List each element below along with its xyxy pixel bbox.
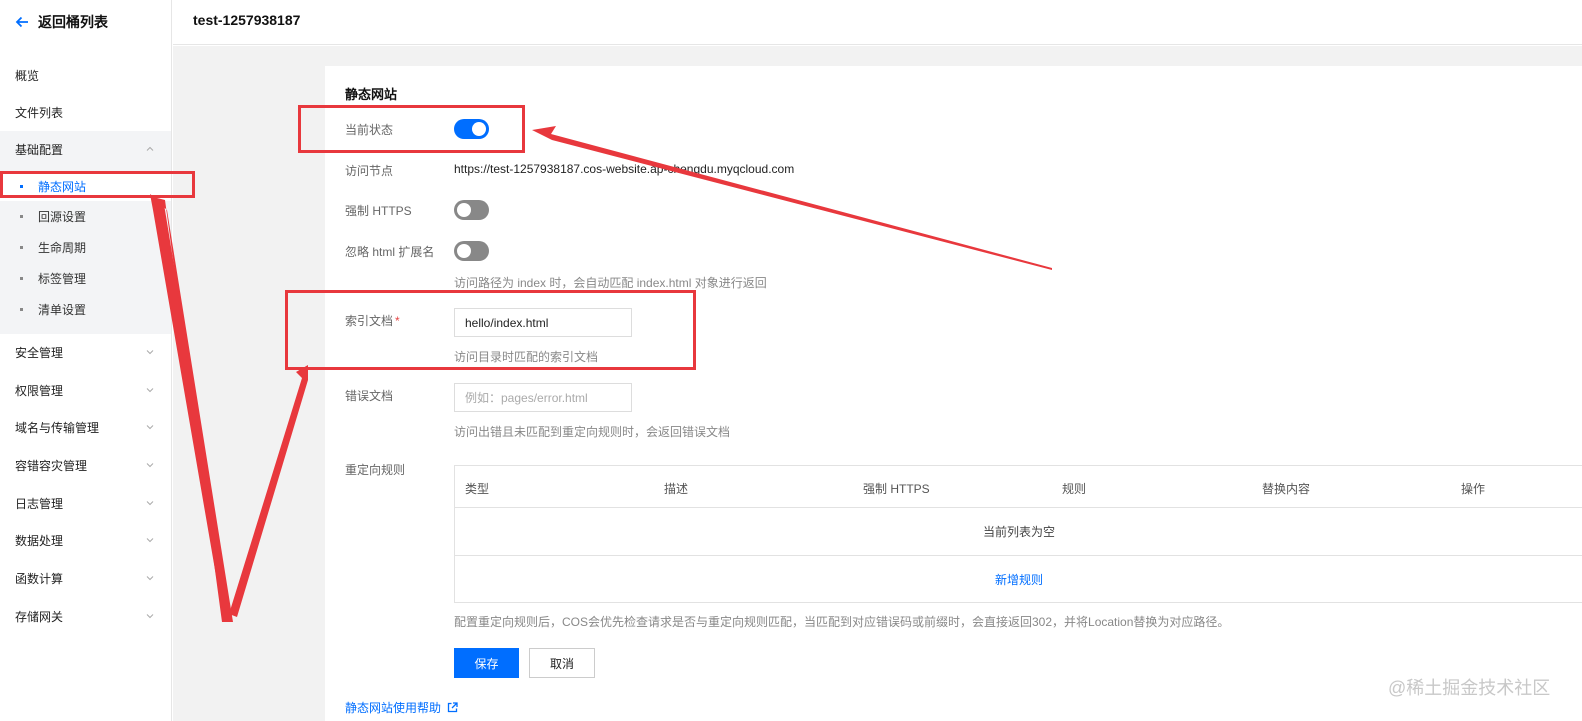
redirect-rules-table: 类型 描述 强制 HTTPS 规则 替换内容 操作 当前列表为空 新增规则 [454,465,1582,603]
sidebar-group-label: 基础配置 [15,142,64,157]
toggle-knob [457,203,471,217]
sidebar-item-label: 存储网关 [15,609,64,624]
bullet-icon [20,246,23,249]
toggle-knob [472,122,486,136]
redirect-rules-label: 重定向规则 [345,463,406,477]
add-rule-row: 新增规则 [455,556,1582,602]
bullet-icon [20,277,23,280]
sidebar-item-data-processing[interactable]: 数据处理 [0,522,171,558]
empty-row: 当前列表为空 [455,508,1582,556]
ignore-html-ext-hint: 访问路径为 index 时，会自动匹配 index.html 对象进行返回 [454,276,767,290]
column-header: 操作 [1461,482,1486,496]
cancel-button[interactable]: 取消 [529,648,595,678]
back-label: 返回桶列表 [38,14,108,30]
column-header: 类型 [465,482,490,496]
help-link-row: 静态网站使用帮助 [345,699,458,716]
sidebar-item-security[interactable]: 安全管理 [0,334,171,370]
column-header: 规则 [1062,482,1087,496]
top-bar: test-1257938187 [173,0,1582,45]
sidebar-item-label: 容错容灾管理 [15,458,88,473]
sidebar-item-label: 清单设置 [38,302,87,317]
bullet-icon [20,185,23,188]
table-header: 类型 描述 强制 HTTPS 规则 替换内容 操作 [455,466,1582,508]
index-document-label: 索引文档 * [345,312,400,329]
sidebar-item-disaster-recovery[interactable]: 容错容灾管理 [0,447,171,483]
sidebar-item-domain-transfer[interactable]: 域名与传输管理 [0,409,171,445]
index-document-input[interactable] [454,308,632,337]
endpoint-label: 访问节点 [345,164,394,178]
toggle-knob [457,244,471,258]
error-document-input[interactable] [454,383,632,412]
sidebar-item-label: 日志管理 [15,496,64,511]
column-header: 强制 HTTPS [863,482,930,496]
force-https-toggle[interactable] [454,200,489,220]
chevron-down-icon [146,538,154,543]
sidebar-item-label: 函数计算 [15,571,64,586]
chevron-down-icon [146,463,154,468]
endpoint-value: https://test-1257938187.cos-website.ap-c… [454,162,795,176]
sidebar-item-overview[interactable]: 概览 [0,57,171,93]
sidebar-item-permissions[interactable]: 权限管理 [0,372,171,408]
sidebar-item-inventory[interactable]: 清单设置 [0,294,171,324]
sidebar-item-origin-settings[interactable]: 回源设置 [0,201,171,231]
required-mark: * [395,314,400,328]
error-document-hint: 访问出错且未匹配到重定向规则时，会返回错误文档 [454,425,731,439]
sidebar-item-tag-management[interactable]: 标签管理 [0,263,171,293]
arrow-left-icon [15,16,28,28]
error-document-label: 错误文档 [345,389,394,403]
sidebar-item-lifecycle[interactable]: 生命周期 [0,232,171,262]
index-document-hint: 访问目录时匹配的索引文档 [454,350,599,364]
ignore-html-ext-toggle[interactable] [454,241,489,261]
index-label-text: 索引文档 [345,314,394,328]
sidebar-item-logs[interactable]: 日志管理 [0,485,171,521]
sidebar-item-label: 域名与传输管理 [15,420,100,435]
watermark: @稀土掘金技术社区 [1388,678,1551,698]
sidebar-item-label: 标签管理 [38,271,87,286]
status-toggle[interactable] [454,119,489,139]
sidebar-item-label: 回源设置 [38,209,87,224]
sidebar-item-function-compute[interactable]: 函数计算 [0,560,171,596]
chevron-down-icon [146,501,154,506]
sidebar-group-basic-config: 基础配置 静态网站 回源设置 生命周期 标签管理 清单设置 [0,131,171,334]
static-website-help-link[interactable]: 静态网站使用帮助 [345,699,441,716]
bucket-name-title: test-1257938187 [193,12,301,28]
sidebar-item-label: 权限管理 [15,383,64,398]
redirect-note: 配置重定向规则后，COS会优先检查请求是否与重定向规则匹配，当匹配到对应错误码或… [454,615,1230,629]
ignore-html-ext-label: 忽略 html 扩展名 [345,245,435,259]
chevron-down-icon [146,388,154,393]
chevron-up-icon [146,146,154,151]
bullet-icon [20,308,23,311]
section-title: 静态网站 [345,87,398,102]
save-button[interactable]: 保存 [454,648,519,678]
chevron-down-icon [146,614,154,619]
app-root: 返回桶列表 概览 文件列表 基础配置 静态网站 回源设置 生命周期 标签管理 清… [0,0,1582,721]
chevron-down-icon [146,425,154,430]
sidebar-item-label: 生命周期 [38,240,87,255]
column-header: 描述 [664,482,689,496]
sidebar-item-static-website[interactable]: 静态网站 [0,171,171,201]
force-https-label: 强制 HTTPS [345,204,412,218]
sidebar-item-label: 数据处理 [15,533,64,548]
bullet-icon [20,215,23,218]
sidebar-item-label: 安全管理 [15,345,64,360]
sidebar-item-storage-gateway[interactable]: 存储网关 [0,598,171,634]
chevron-down-icon [146,350,154,355]
sidebar: 返回桶列表 概览 文件列表 基础配置 静态网站 回源设置 生命周期 标签管理 清… [0,0,172,721]
column-header: 替换内容 [1262,482,1311,496]
chevron-down-icon [146,576,154,581]
sidebar-item-file-list[interactable]: 文件列表 [0,94,171,130]
sidebar-item-label: 静态网站 [38,179,87,194]
back-to-bucket-list-button[interactable]: 返回桶列表 [14,12,108,32]
external-link-icon[interactable] [447,702,458,713]
sidebar-group-header[interactable]: 基础配置 [0,131,171,167]
status-label: 当前状态 [345,123,394,137]
add-rule-link[interactable]: 新增规则 [995,571,1043,588]
